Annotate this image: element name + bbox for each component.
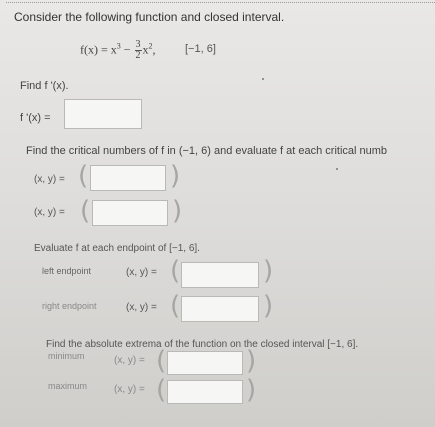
- maximum-xy-label: (x, y) =: [114, 384, 145, 395]
- minimum-open-paren: (: [156, 346, 167, 376]
- top-divider: [6, 2, 435, 3]
- maximum-close-paren: ): [246, 375, 257, 405]
- derivative-input[interactable]: [64, 99, 142, 129]
- right-endpoint-xy-label: (x, y) =: [126, 302, 157, 313]
- critical-prompt: Find the critical numbers of f in (−1, 6…: [26, 145, 388, 157]
- right-endpoint-input[interactable]: [181, 296, 259, 322]
- derivative-prompt: Find f '(x).: [20, 80, 69, 92]
- function-fraction: 32: [134, 40, 142, 61]
- stray-mark: [336, 168, 338, 170]
- left-endpoint-input[interactable]: [181, 262, 259, 288]
- left-endpoint-close-paren: ): [263, 256, 274, 286]
- function-prefix: f(x) = x: [80, 42, 117, 57]
- critical-row2-input[interactable]: [92, 200, 168, 226]
- critical-row2-close-paren: ): [172, 196, 183, 226]
- critical-row1-input[interactable]: [90, 165, 166, 191]
- left-endpoint-open-paren: (: [170, 256, 181, 286]
- function-expression: f(x) = x3 − 3 2 x2,: [80, 40, 156, 61]
- minimum-close-paren: ): [246, 346, 257, 376]
- minimum-input[interactable]: [167, 351, 243, 375]
- function-comma: ,: [152, 42, 156, 57]
- critical-row1-open-paren: (: [78, 161, 89, 191]
- maximum-label: maximum: [48, 381, 88, 391]
- critical-row1-close-paren: ): [170, 161, 181, 191]
- minimum-label: minimum: [48, 351, 85, 361]
- stray-mark: [262, 78, 264, 80]
- left-endpoint-xy-label: (x, y) =: [126, 267, 157, 278]
- right-endpoint-close-paren: ): [263, 291, 274, 321]
- right-endpoint-open-paren: (: [170, 291, 181, 321]
- maximum-input[interactable]: [167, 380, 243, 404]
- derivative-label: f '(x) =: [20, 112, 51, 124]
- extrema-prompt: Find the absolute extrema of the functio…: [46, 339, 359, 350]
- left-endpoint-label: left endpoint: [42, 266, 92, 276]
- critical-row2-label: (x, y) =: [34, 207, 65, 218]
- minimum-xy-label: (x, y) =: [114, 355, 145, 366]
- function-minus: −: [120, 42, 134, 57]
- interval-text: [−1, 6]: [185, 43, 216, 55]
- right-endpoint-label: right endpoint: [42, 301, 97, 311]
- fraction-denominator: 2: [135, 50, 141, 61]
- critical-row2-open-paren: (: [80, 196, 91, 226]
- critical-row1-label: (x, y) =: [34, 174, 65, 185]
- endpoints-prompt: Evaluate f at each endpoint of [−1, 6].: [34, 243, 200, 254]
- maximum-open-paren: (: [156, 375, 167, 405]
- intro-text: Consider the following function and clos…: [14, 10, 285, 24]
